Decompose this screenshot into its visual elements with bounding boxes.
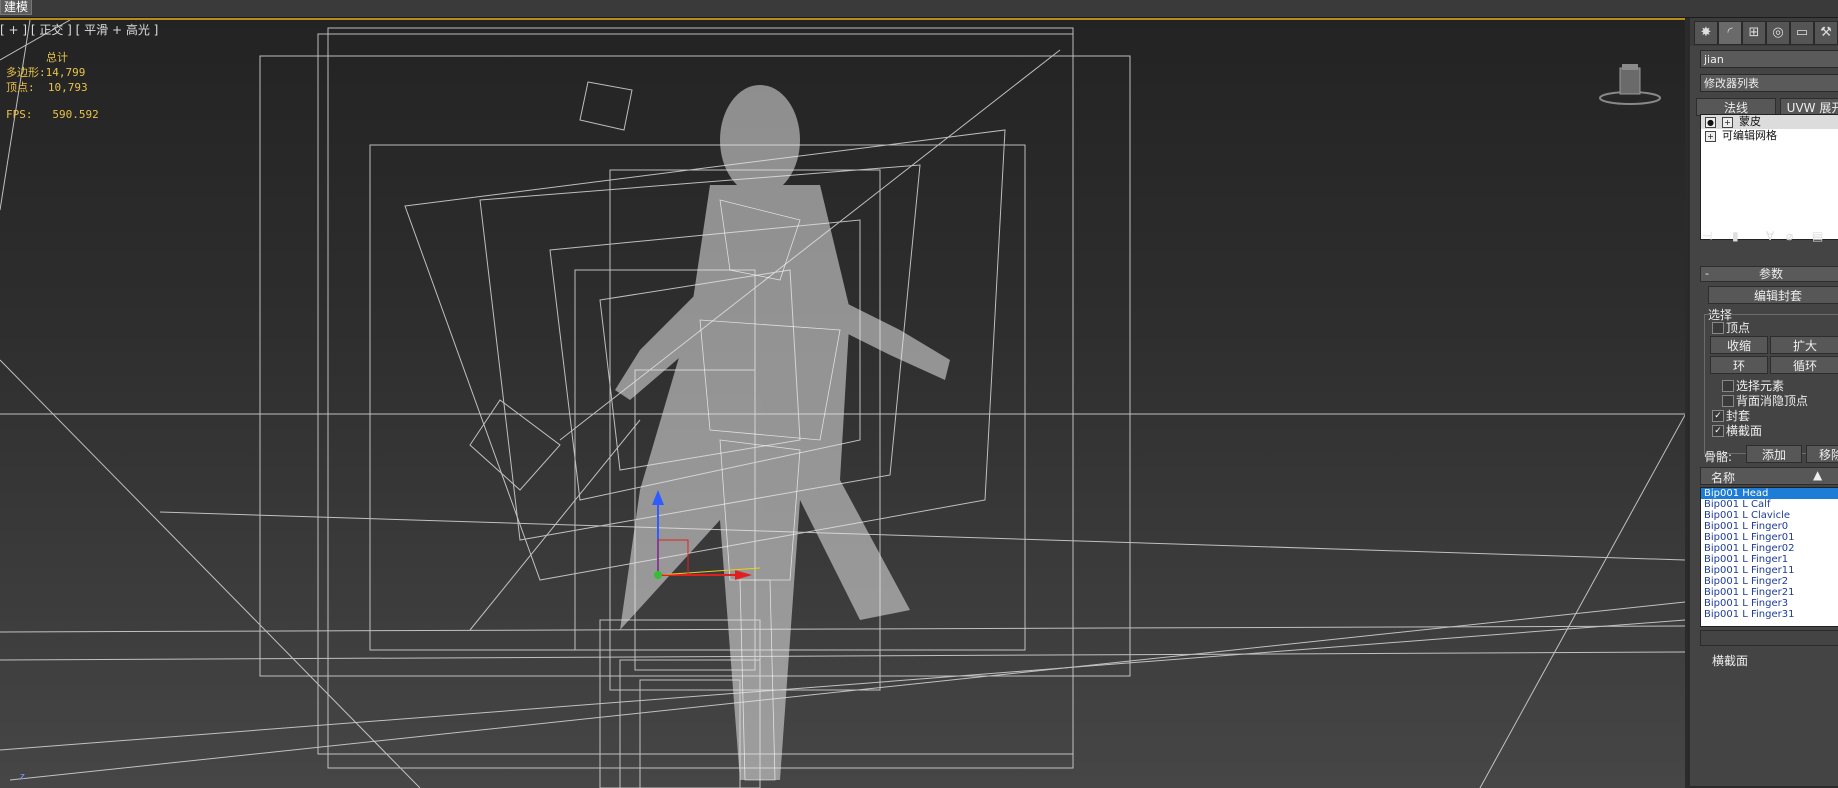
name-column-header[interactable]: 名称 ▲ bbox=[1700, 467, 1838, 485]
stack-item-label: 可编辑网格 bbox=[1722, 129, 1777, 142]
command-panel-tabs: ✸ ◜ ⊞ ◎ ▭ ⚒ bbox=[1690, 18, 1838, 46]
bone-list-item[interactable]: Bip001 Head bbox=[1701, 488, 1838, 499]
modifier-list-dropdown[interactable]: 修改器列表 bbox=[1700, 74, 1838, 92]
bulb-icon[interactable]: ● bbox=[1705, 116, 1716, 128]
expand-icon[interactable]: + bbox=[1722, 116, 1733, 128]
polys-row: 多边形:14,799 bbox=[6, 65, 99, 80]
stats-header: 总计 bbox=[46, 51, 68, 64]
viewport-label[interactable]: [ + ] [ 正交 ] [ 平滑 + 高光 ] bbox=[0, 21, 158, 38]
show-end-result-icon[interactable]: ▮ bbox=[1732, 229, 1739, 243]
shrink-button[interactable]: 收缩 bbox=[1710, 336, 1768, 354]
create-icon[interactable]: ✸ bbox=[1694, 21, 1718, 45]
modify-icon[interactable]: ◜ bbox=[1718, 21, 1742, 45]
remove-modifier-icon[interactable]: ⌀ bbox=[1786, 229, 1793, 243]
bone-list-item[interactable]: Bip001 L Finger31 bbox=[1701, 609, 1838, 620]
axis-marker: z bbox=[20, 772, 25, 782]
bone-name-field[interactable] bbox=[1700, 630, 1838, 646]
stack-item-label: 蒙皮 bbox=[1739, 115, 1761, 128]
bone-list-item[interactable]: Bip001 L Finger21 bbox=[1701, 587, 1838, 598]
wireframe-scene bbox=[0, 20, 1685, 788]
rollout-title: 参数 bbox=[1758, 267, 1783, 281]
name-column-label: 名称 bbox=[1711, 471, 1736, 485]
bone-list-item[interactable]: Bip001 L Finger01 bbox=[1701, 532, 1838, 543]
viewcube-icon[interactable] bbox=[1595, 60, 1665, 110]
fps-row: FPS: 590.592 bbox=[6, 107, 99, 122]
verts-value: 10,793 bbox=[47, 81, 88, 94]
modifier-stack[interactable]: ● + 蒙皮 + 可编辑网格 bbox=[1700, 114, 1838, 240]
bone-list-item[interactable]: Bip001 L Finger1 bbox=[1701, 554, 1838, 565]
pin-stack-icon[interactable]: ⊣ bbox=[1702, 229, 1712, 243]
statistics-overlay: 总计 多边形:14,799 顶点: 10,793 FPS: 590.592 bbox=[6, 50, 99, 122]
stack-item-editable-mesh[interactable]: + 可编辑网格 bbox=[1701, 129, 1838, 143]
bone-list-item[interactable]: Bip001 L Finger2 bbox=[1701, 576, 1838, 587]
bone-list-item[interactable]: Bip001 L Finger11 bbox=[1701, 565, 1838, 576]
polys-value: 14,799 bbox=[45, 66, 86, 79]
motion-icon[interactable]: ◎ bbox=[1766, 21, 1790, 45]
grow-button[interactable]: 扩大 bbox=[1770, 336, 1838, 354]
bone-list-item[interactable]: Bip001 L Finger02 bbox=[1701, 543, 1838, 554]
utilities-icon[interactable]: ⚒ bbox=[1814, 21, 1838, 45]
polys-label: 多边形: bbox=[6, 66, 46, 79]
cross-section-footer-label: 横截面 bbox=[1712, 654, 1749, 668]
loop-button[interactable]: 循环 bbox=[1770, 356, 1838, 374]
verts-label: 顶点: bbox=[6, 81, 35, 94]
bone-list-item[interactable]: Bip001 L Finger0 bbox=[1701, 521, 1838, 532]
backface-cull-checkbox[interactable] bbox=[1722, 395, 1734, 407]
params-rollout-header[interactable]: - 参数 bbox=[1700, 266, 1838, 282]
viewport-perspective[interactable]: [ + ] [ 正交 ] [ 平滑 + 高光 ] 总计 多边形:14,799 顶… bbox=[0, 18, 1685, 788]
cross-section-checkbox[interactable]: ✓ bbox=[1712, 425, 1724, 437]
bone-list[interactable]: Bip001 Head Bip001 L Calf Bip001 L Clavi… bbox=[1700, 487, 1838, 627]
sort-ascending-icon[interactable]: ▲ bbox=[1813, 468, 1822, 482]
configure-sets-icon[interactable]: ▤ bbox=[1812, 229, 1823, 243]
object-name-field[interactable]: jian bbox=[1700, 50, 1838, 68]
stack-toolbar: ⊣ ▮ ∀ ⌀ ▤ bbox=[1702, 229, 1838, 247]
make-unique-icon[interactable]: ∀ bbox=[1766, 229, 1774, 243]
expand-icon[interactable]: + bbox=[1705, 130, 1716, 142]
stack-item-skin[interactable]: ● + 蒙皮 bbox=[1701, 115, 1838, 129]
bone-list-item[interactable]: Bip001 L Clavicle bbox=[1701, 510, 1838, 521]
vertex-label: 顶点 bbox=[1726, 321, 1751, 335]
verts-row: 顶点: 10,793 bbox=[6, 80, 99, 95]
envelope-checkbox[interactable]: ✓ bbox=[1712, 410, 1724, 422]
bone-list-item[interactable]: Bip001 L Calf bbox=[1701, 499, 1838, 510]
ring-button[interactable]: 环 bbox=[1710, 356, 1768, 374]
window-title[interactable]: 建模 bbox=[0, 0, 33, 15]
bone-list-item[interactable]: Bip001 L Finger3 bbox=[1701, 598, 1838, 609]
hierarchy-icon[interactable]: ⊞ bbox=[1742, 21, 1766, 45]
title-bar: 建模 bbox=[0, 0, 1838, 18]
command-panel: ✸ ◜ ⊞ ◎ ▭ ⚒ jian 修改器列表 法线 UVW 展开 ● + 蒙皮 + 可… bbox=[1688, 18, 1838, 786]
add-bone-button[interactable]: 添加 bbox=[1746, 445, 1802, 463]
select-element-checkbox[interactable] bbox=[1722, 380, 1734, 392]
fps-label: FPS: bbox=[6, 108, 33, 121]
vertex-checkbox[interactable] bbox=[1712, 322, 1724, 334]
cross-section-label: 横截面 bbox=[1726, 424, 1763, 438]
remove-bone-button[interactable]: 移除 bbox=[1806, 445, 1838, 463]
bones-label: 骨骼: bbox=[1704, 450, 1733, 464]
fps-value: 590.592 bbox=[52, 108, 99, 121]
display-icon[interactable]: ▭ bbox=[1790, 21, 1814, 45]
edit-envelope-button[interactable]: 编辑封套 bbox=[1708, 286, 1838, 304]
